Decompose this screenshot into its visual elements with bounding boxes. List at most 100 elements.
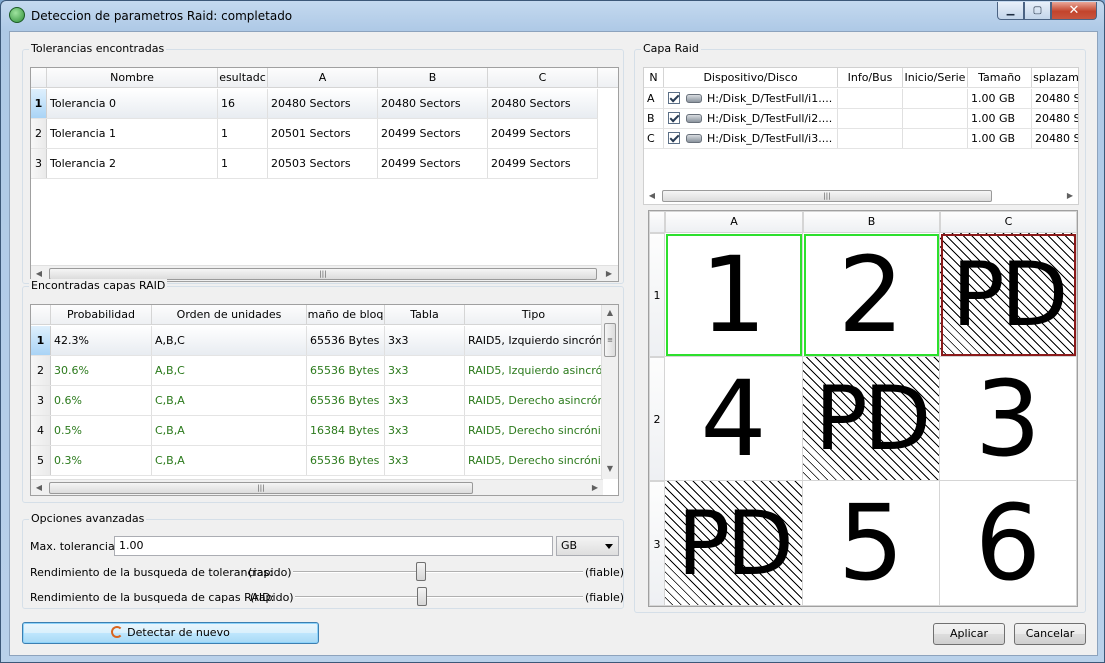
cell-size: 1.00 GB <box>968 89 1032 108</box>
close-button[interactable]: ✕ <box>1051 2 1097 20</box>
cell-table: 3x3 <box>385 446 465 475</box>
disk-icon <box>686 114 702 123</box>
tolerance-slider-track[interactable] <box>293 571 583 573</box>
cell-drive-order: C,B,A <box>152 446 307 475</box>
table-row[interactable]: 3 Tolerancia 2 1 20503 Sectors 20499 Sec… <box>31 149 598 179</box>
row-number: 2 <box>31 356 51 385</box>
col-header-probability[interactable]: Probabilidad <box>51 305 152 324</box>
layers-hscrollbar[interactable]: ◀ ||| ▶ <box>31 479 603 495</box>
raid-devices-hscrollbar[interactable]: ◀ ||| ▶ <box>644 188 1078 204</box>
cell-result: 16 <box>218 89 268 118</box>
tolerance-slider-handle[interactable] <box>415 562 426 581</box>
cell-probability: 42.3% <box>51 326 152 355</box>
layer-slider-track[interactable] <box>295 596 583 598</box>
matrix-cell-value: 1 <box>700 233 767 356</box>
cell-table: 3x3 <box>385 356 465 385</box>
col-header-size[interactable]: Tamaño <box>968 68 1032 87</box>
device-checkbox[interactable] <box>668 132 680 144</box>
matrix-cell-value: 6 <box>974 482 1042 604</box>
matrix-col-header: B <box>803 211 940 233</box>
table-row[interactable]: B H:/Disk_D/TestFull/i2.... 1.00 GB 2048… <box>644 109 1078 129</box>
table-row[interactable]: 1 Tolerancia 0 16 20480 Sectors 20480 Se… <box>31 89 598 119</box>
table-row[interactable]: 3 0.6% C,B,A 65536 Bytes 3x3 RAID5, Dere… <box>31 386 603 416</box>
matrix-cell-value: PD <box>951 243 1069 346</box>
matrix-cell[interactable]: 1 <box>665 233 803 357</box>
col-header-device[interactable]: Dispositivo/Disco <box>664 68 838 87</box>
matrix-cell[interactable]: 6 <box>940 481 1077 606</box>
scroll-up-icon[interactable]: ▲ <box>602 305 618 321</box>
app-icon <box>9 7 25 23</box>
matrix-cell[interactable]: 2 <box>803 233 940 357</box>
apply-button[interactable]: Aplicar <box>933 623 1005 645</box>
matrix-cell[interactable]: PD <box>665 481 803 606</box>
table-row[interactable]: A H:/Disk_D/TestFull/i1.... 1.00 GB 2048… <box>644 89 1078 109</box>
cell-b: 20499 Sectors <box>378 149 488 178</box>
max-tolerance-input[interactable]: 1.00 <box>114 536 553 556</box>
scroll-right-icon[interactable]: ▶ <box>587 480 603 495</box>
maximize-icon: ▢ <box>1032 5 1043 16</box>
table-row[interactable]: 2 30.6% A,B,C 65536 Bytes 3x3 RAID5, Izq… <box>31 356 603 386</box>
layer-slider-handle[interactable] <box>416 587 427 606</box>
matrix-cell-value: PD <box>677 491 794 595</box>
minimize-button[interactable]: ▁ <box>997 2 1024 20</box>
matrix-cell-value: 3 <box>974 357 1042 480</box>
cancel-button[interactable]: Cancelar <box>1014 623 1086 645</box>
row-number: 4 <box>31 416 51 445</box>
raid-matrix[interactable]: A B C 1 2 3 1 2 PD 4 PD 3 PD 5 6 <box>648 210 1078 607</box>
col-header-block-size[interactable]: maño de bloq <box>307 305 385 324</box>
cell-offset: 20480 Se <box>1032 89 1078 108</box>
matrix-cell-value: 4 <box>700 357 767 480</box>
layers-grid[interactable]: Probabilidad Orden de unidades maño de b… <box>30 304 619 496</box>
matrix-row-header: 3 <box>649 481 665 606</box>
col-header-c[interactable]: C <box>488 68 598 87</box>
raid-devices-grid[interactable]: N Dispositivo/Disco Info/Bus Inicio/Seri… <box>643 67 1079 205</box>
table-row[interactable]: C H:/Disk_D/TestFull/i3.... 1.00 GB 2048… <box>644 129 1078 149</box>
col-header-a[interactable]: A <box>268 68 378 87</box>
scroll-thumb[interactable]: ||| <box>49 482 473 494</box>
tolerance-fast-label: (rapido) <box>248 566 292 579</box>
table-row[interactable]: 2 Tolerancia 1 1 20501 Sectors 20499 Sec… <box>31 119 598 149</box>
table-row[interactable]: 1 42.3% A,B,C 65536 Bytes 3x3 RAID5, Izq… <box>31 326 603 356</box>
scroll-left-icon[interactable]: ◀ <box>31 480 47 495</box>
cell-block-size: 65536 Bytes <box>307 386 385 415</box>
table-row[interactable]: 5 0.3% C,B,A 65536 Bytes 3x3 RAID5, Dere… <box>31 446 603 476</box>
scroll-right-icon[interactable]: ▶ <box>1062 188 1078 204</box>
redetect-button[interactable]: Detectar de nuevo <box>22 622 319 644</box>
layers-vscrollbar[interactable]: ▲ ≡ ▼ <box>601 305 618 479</box>
maximize-button[interactable]: ▢ <box>1024 2 1051 20</box>
matrix-cell-value: 5 <box>837 482 905 604</box>
matrix-cell[interactable]: PD <box>803 357 940 481</box>
tolerances-grid[interactable]: Nombre esultadc A B C 1 Tolerancia 0 16 … <box>30 67 619 282</box>
refresh-icon <box>111 626 124 638</box>
cell-drive-order: A,B,C <box>152 356 307 385</box>
col-header-result[interactable]: esultadc <box>218 68 268 87</box>
col-header-type[interactable]: Tipo <box>465 305 603 324</box>
matrix-cell[interactable]: 4 <box>665 357 803 481</box>
col-header-offset[interactable]: splazam <box>1032 68 1078 87</box>
table-row[interactable]: 4 0.5% C,B,A 16384 Bytes 3x3 RAID5, Dere… <box>31 416 603 446</box>
scroll-left-icon[interactable]: ◀ <box>644 188 660 204</box>
matrix-cell[interactable]: 3 <box>940 357 1077 481</box>
matrix-row-header: 1 <box>649 233 665 357</box>
scroll-right-icon[interactable]: ▶ <box>601 266 617 281</box>
cell-block-size: 16384 Bytes <box>307 416 385 445</box>
col-header-name[interactable]: Nombre <box>47 68 218 87</box>
col-header-drive-order[interactable]: Orden de unidades <box>152 305 307 324</box>
cell-drive-order: C,B,A <box>152 416 307 445</box>
col-header-b[interactable]: B <box>378 68 488 87</box>
cell-probability: 0.5% <box>51 416 152 445</box>
device-checkbox[interactable] <box>668 92 680 104</box>
col-header-info-bus[interactable]: Info/Bus <box>838 68 903 87</box>
row-number: 1 <box>31 326 51 355</box>
scroll-down-icon[interactable]: ▼ <box>602 461 618 477</box>
title-bar[interactable]: Deteccion de parametros Raid: completado… <box>1 1 1104 31</box>
scroll-thumb[interactable]: ||| <box>662 190 992 202</box>
col-header-n[interactable]: N <box>644 68 664 87</box>
unit-select[interactable]: GB <box>556 536 619 556</box>
matrix-cell[interactable]: PD <box>940 233 1077 357</box>
scroll-thumb[interactable]: ≡ <box>604 323 616 357</box>
col-header-start[interactable]: Inicio/Serie <box>903 68 968 87</box>
col-header-table[interactable]: Tabla <box>385 305 465 324</box>
device-checkbox[interactable] <box>668 112 680 124</box>
matrix-cell[interactable]: 5 <box>803 481 940 606</box>
